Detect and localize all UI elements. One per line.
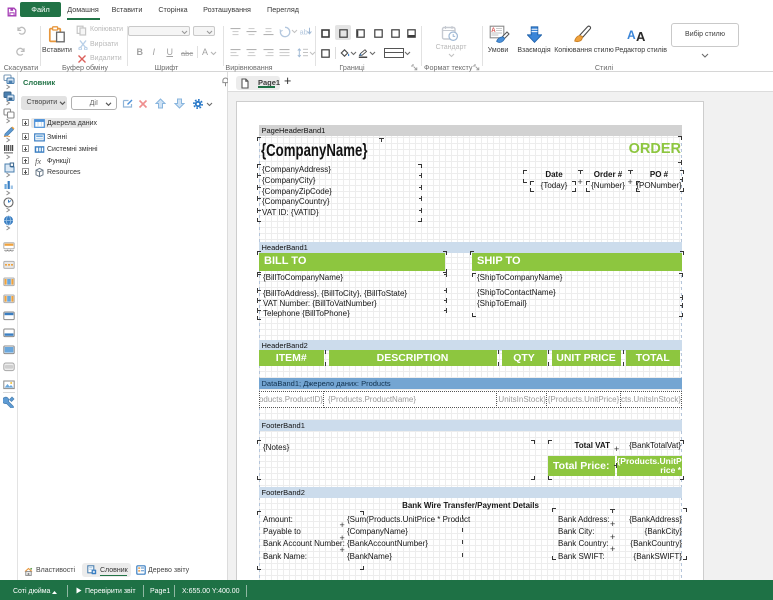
svg-text:A: A: [491, 28, 496, 34]
svg-text:ab: ab: [300, 27, 308, 36]
